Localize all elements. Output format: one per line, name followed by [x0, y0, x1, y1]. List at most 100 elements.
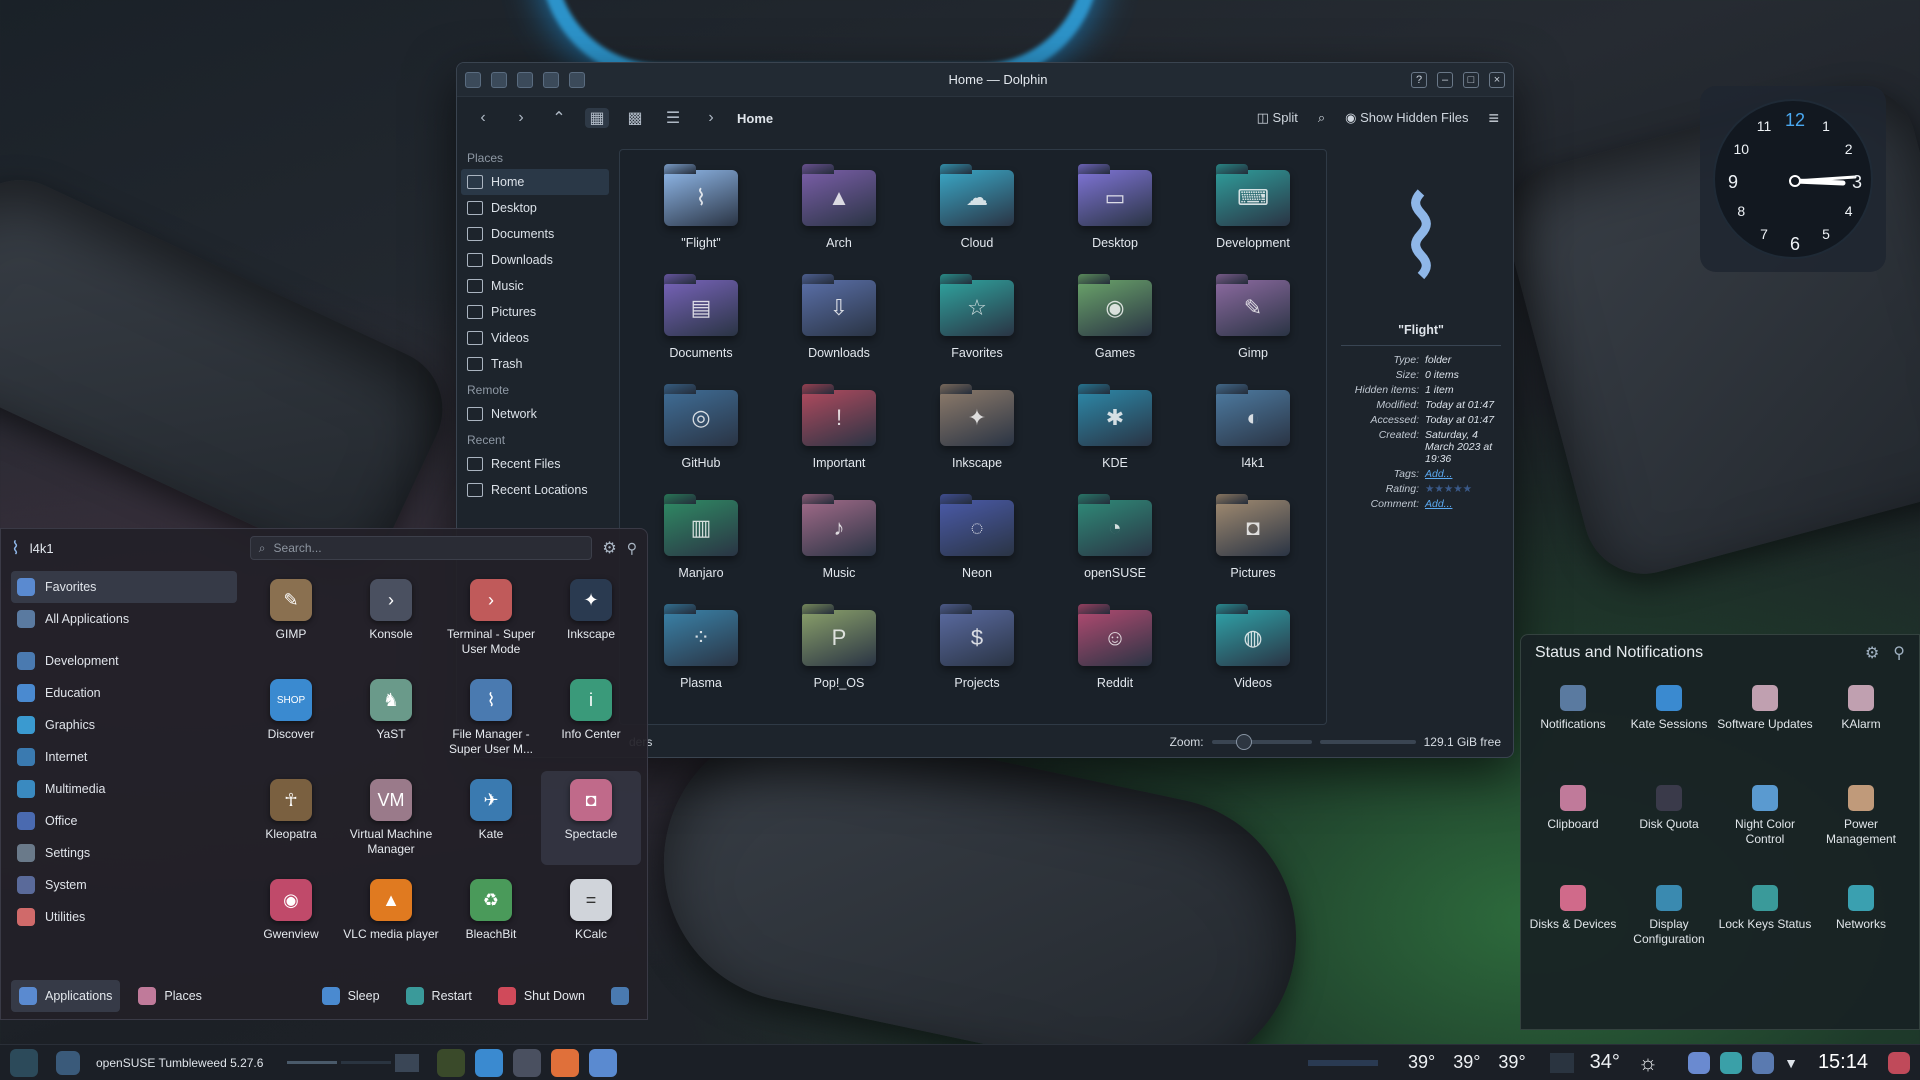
show-desktop-icon[interactable]	[1888, 1051, 1910, 1074]
configure-gear-icon[interactable]: ⚙	[1865, 643, 1879, 663]
compact-view-icon[interactable]: ▩	[623, 108, 647, 128]
folder-item[interactable]: ⇩ Downloads	[770, 274, 908, 370]
app-virtual-machine-manager[interactable]: VM Virtual Machine Manager	[341, 771, 441, 865]
inkscape-task-icon[interactable]	[437, 1048, 466, 1077]
up-icon[interactable]: ⌃	[547, 108, 571, 128]
folder-item[interactable]: ◐ l4k1	[1184, 384, 1322, 480]
launcher-icon[interactable]	[10, 1048, 38, 1077]
settings-gear-icon[interactable]: ⚙	[602, 538, 616, 558]
folder-item[interactable]: ☁ Cloud	[908, 164, 1046, 260]
status-item-kalarm[interactable]: KAlarm	[1813, 677, 1909, 773]
app-gimp[interactable]: ✎ GIMP	[241, 571, 341, 665]
app-yast[interactable]: ♞ YaST	[341, 671, 441, 765]
icons-view-icon[interactable]: ▦	[585, 108, 609, 128]
category-all-applications[interactable]: All Applications	[11, 603, 237, 635]
pager[interactable]	[287, 1053, 427, 1073]
places-item-videos[interactable]: Videos	[461, 325, 609, 351]
folder-item[interactable]: ▲ Arch	[770, 164, 908, 260]
places-item-desktop[interactable]: Desktop	[461, 195, 609, 221]
places-item-recent-locations[interactable]: Recent Locations	[461, 477, 609, 503]
system-settings-task-icon[interactable]	[513, 1048, 542, 1077]
back-icon[interactable]: ‹	[471, 109, 495, 127]
app-file-manager-super-user-m-[interactable]: ⌇ File Manager - Super User M...	[441, 671, 541, 765]
places-item-pictures[interactable]: Pictures	[461, 299, 609, 325]
pin-icon[interactable]: ⚲	[1893, 643, 1905, 663]
status-item-networks[interactable]: Networks	[1813, 877, 1909, 973]
clock-time[interactable]: 15:14	[1818, 1051, 1868, 1074]
window-list-icon[interactable]	[56, 1050, 80, 1075]
pager-desktop[interactable]	[395, 1053, 420, 1072]
status-item-display-configuration[interactable]: Display Configuration	[1621, 877, 1717, 973]
app-kleopatra[interactable]: ☥ Kleopatra	[241, 771, 341, 865]
folder-item[interactable]: P Pop!_OS	[770, 604, 908, 700]
zoom-slider[interactable]	[1211, 734, 1312, 750]
app-spectacle[interactable]: ◘ Spectacle	[541, 771, 641, 865]
sleep-button[interactable]: Sleep	[314, 980, 388, 1012]
app-kcalc[interactable]: = KCalc	[541, 871, 641, 965]
folder-item[interactable]: ◔ openSUSE	[1046, 494, 1184, 590]
close-button[interactable]: ×	[1489, 71, 1505, 88]
folder-item[interactable]: ▤ Documents	[632, 274, 770, 370]
category-education[interactable]: Education	[11, 677, 237, 709]
shade-icon[interactable]	[569, 71, 585, 88]
places-item-trash[interactable]: Trash	[461, 351, 609, 377]
status-item-lock-keys-status[interactable]: Lock Keys Status	[1717, 877, 1813, 973]
analog-clock-widget[interactable]: 12 1 2 3 4 5 6 7 8 9 10 11	[1700, 86, 1886, 272]
folder-item[interactable]: $ Projects	[908, 604, 1046, 700]
app-kate[interactable]: ✈ Kate	[441, 771, 541, 865]
folder-item[interactable]: ◍ Videos	[1184, 604, 1322, 700]
status-item-power-management[interactable]: Power Management	[1813, 777, 1909, 873]
search-input[interactable]: ⌕ Search...	[249, 536, 593, 560]
restart-button[interactable]: Restart	[398, 980, 480, 1012]
applications-tab[interactable]: Applications	[11, 980, 121, 1012]
shutdown-button[interactable]: Shut Down	[490, 980, 593, 1012]
folder-item[interactable]: ✎ Gimp	[1184, 274, 1322, 370]
category-development[interactable]: Development	[11, 645, 237, 677]
app-bleachbit[interactable]: ♻ BleachBit	[441, 871, 541, 965]
folder-item[interactable]: ✱ KDE	[1046, 384, 1184, 480]
app-vlc-media-player[interactable]: ▲ VLC media player	[341, 871, 441, 965]
search-icon[interactable]: ⌕	[1318, 110, 1325, 126]
keep-above-icon[interactable]	[517, 71, 533, 88]
logout-button[interactable]	[603, 980, 637, 1012]
places-tab[interactable]: Places	[130, 980, 210, 1012]
folder-item[interactable]: ◌ Neon	[908, 494, 1046, 590]
status-item-night-color-control[interactable]: Night Color Control	[1717, 777, 1813, 873]
minimize-button[interactable]: –	[1437, 71, 1453, 88]
category-office[interactable]: Office	[11, 805, 237, 837]
folder-item[interactable]: ⌇ "Flight"	[632, 164, 770, 260]
app-konsole[interactable]: › Konsole	[341, 571, 441, 665]
pin-icon[interactable]: ⚲	[627, 540, 637, 557]
folder-item[interactable]: ▭ Desktop	[1046, 164, 1184, 260]
music-tray-icon[interactable]	[1688, 1051, 1711, 1074]
folder-item[interactable]: ⌨ Development	[1184, 164, 1322, 260]
pager-desktop[interactable]	[287, 1061, 338, 1064]
info-value[interactable]: Add...	[1425, 468, 1501, 480]
category-settings[interactable]: Settings	[11, 837, 237, 869]
app-terminal-super-user-mode[interactable]: › Terminal - Super User Mode	[441, 571, 541, 665]
dolphin-task-icon[interactable]	[589, 1048, 618, 1077]
folder-item[interactable]: ! Important	[770, 384, 908, 480]
category-system[interactable]: System	[11, 869, 237, 901]
discover-task-icon[interactable]	[475, 1048, 504, 1077]
category-utilities[interactable]: Utilities	[11, 901, 237, 933]
app-menu-icon[interactable]	[465, 71, 481, 88]
volume-tray-icon[interactable]	[1752, 1051, 1775, 1074]
user-avatar-icon[interactable]: ⌇	[11, 538, 20, 559]
category-favorites[interactable]: Favorites	[11, 571, 237, 603]
status-item-disk-quota[interactable]: Disk Quota	[1621, 777, 1717, 873]
places-item-music[interactable]: Music	[461, 273, 609, 299]
tray-expand-icon[interactable]: ▼	[1784, 1055, 1798, 1071]
weather-temp[interactable]: 34°	[1590, 1051, 1620, 1074]
folder-item[interactable]: ◉ Games	[1046, 274, 1184, 370]
media-tray-icon[interactable]	[1720, 1051, 1743, 1074]
category-multimedia[interactable]: Multimedia	[11, 773, 237, 805]
category-internet[interactable]: Internet	[11, 741, 237, 773]
folder-item[interactable]: ☺ Reddit	[1046, 604, 1184, 700]
status-item-disks-devices[interactable]: Disks & Devices	[1525, 877, 1621, 973]
folder-item[interactable]: ▥ Manjaro	[632, 494, 770, 590]
folder-item[interactable]: ⁘ Plasma	[632, 604, 770, 700]
status-item-software-updates[interactable]: Software Updates	[1717, 677, 1813, 773]
details-view-icon[interactable]: ☰	[661, 108, 685, 128]
sun-icon[interactable]: ☼	[1638, 1050, 1658, 1076]
